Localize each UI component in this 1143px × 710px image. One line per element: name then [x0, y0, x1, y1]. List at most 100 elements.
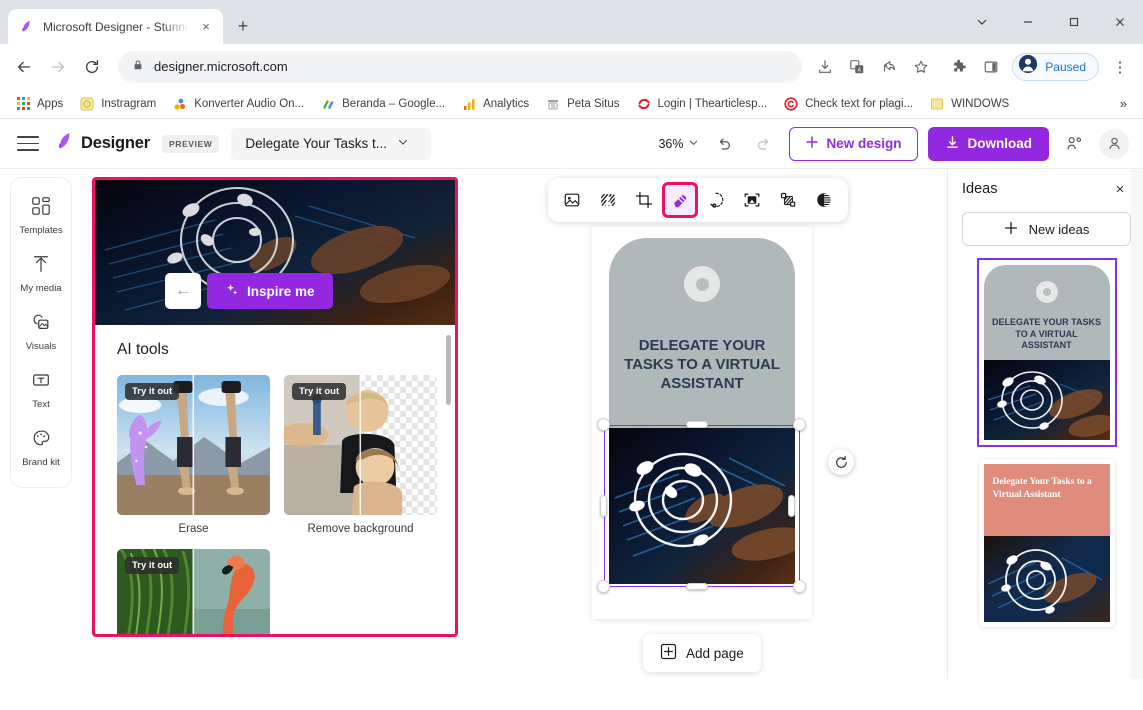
resize-handle-top-left[interactable]	[597, 418, 610, 431]
new-design-button[interactable]: New design	[789, 126, 918, 161]
new-ideas-button[interactable]: New ideas	[962, 212, 1131, 246]
sidebar-item-templates[interactable]: Templates	[11, 188, 71, 245]
bookmark-peta-situs[interactable]: Peta Situs	[538, 93, 626, 115]
sidebar-item-my-media[interactable]: My media	[11, 246, 71, 303]
google-icon	[320, 96, 336, 112]
ai-tools-title: AI tools	[117, 341, 169, 358]
forward-button[interactable]	[42, 51, 74, 83]
sidebar-item-visuals[interactable]: Visuals	[11, 304, 71, 361]
bookmark-label: Instragram	[101, 97, 157, 110]
bookmark-label: Apps	[37, 97, 64, 110]
install-icon[interactable]	[810, 52, 840, 82]
ai-tool-card-remove-background[interactable]: Try it out Remove background	[284, 375, 437, 535]
side-panel-icon[interactable]	[976, 52, 1006, 82]
resize-handle-right[interactable]	[788, 495, 795, 517]
plus-box-icon	[660, 643, 677, 663]
ai-tool-card-erase[interactable]: Try it out Erase	[117, 375, 270, 535]
idea-card-salmon[interactable]: Delegate Your Tasks to a Virtual Assista…	[978, 459, 1115, 627]
designer-logo-icon	[17, 18, 35, 36]
brand-name: Designer	[81, 134, 151, 152]
extensions-icon[interactable]	[944, 52, 974, 82]
bookmark-instragram[interactable]: Instragram	[72, 93, 163, 115]
sidebar-item-label: Templates	[19, 225, 63, 236]
close-window-icon[interactable]	[1097, 0, 1143, 44]
browser-tab[interactable]: Microsoft Designer - Stunning d ×	[8, 9, 223, 44]
plus-icon	[1004, 221, 1018, 238]
replace-image-icon[interactable]	[557, 185, 587, 215]
tab-close-icon[interactable]: ×	[198, 19, 214, 35]
bookmark-windows[interactable]: WINDOWS	[922, 93, 1016, 115]
ai-panel-scrollbar[interactable]	[446, 335, 451, 405]
image-effects-icon[interactable]	[593, 185, 623, 215]
bookmark-label: Konverter Audio On...	[194, 97, 305, 110]
ideas-panel: Ideas × New ideas DELEGATE YOUR TASKS TO…	[947, 169, 1143, 679]
generative-erase-icon[interactable]	[701, 185, 731, 215]
remove-background-icon[interactable]	[737, 185, 767, 215]
profile-paused-badge[interactable]: Paused	[1012, 52, 1099, 81]
inspire-me-button[interactable]: Inspire me	[207, 273, 333, 309]
visuals-icon	[31, 312, 51, 337]
ai-tool-card-flamingo[interactable]: Try it out	[117, 549, 270, 634]
bookmark-login-thearticlesp[interactable]: Login | Thearticlesp...	[629, 93, 775, 115]
idea-card-selected[interactable]: DELEGATE YOUR TASKS TO A VIRTUAL ASSISTA…	[976, 258, 1117, 447]
tab-search-chevron-icon[interactable]	[959, 0, 1005, 44]
bookmark-beranda-google[interactable]: Beranda – Google...	[313, 93, 452, 115]
design-page[interactable]: DELEGATE YOUR TASKS TO A VIRTUAL ASSISTA…	[592, 227, 812, 619]
crop-icon[interactable]	[629, 185, 659, 215]
blend-icon[interactable]	[773, 185, 803, 215]
bookmark-konverter-audio[interactable]: Konverter Audio On...	[165, 93, 311, 115]
translate-icon[interactable]: A	[842, 52, 872, 82]
minimize-icon[interactable]	[1005, 0, 1051, 44]
erase-magic-icon[interactable]	[662, 182, 698, 218]
undo-button[interactable]	[709, 129, 739, 159]
app-root: Microsoft Designer - Stunning d × +	[0, 0, 1143, 710]
resize-handle-top[interactable]	[686, 421, 708, 428]
hero-back-button[interactable]: ←	[165, 273, 201, 309]
tag-hole	[1035, 281, 1058, 303]
page-scrollbar-track[interactable]	[1131, 169, 1143, 679]
resize-handle-bottom-right[interactable]	[793, 580, 806, 593]
reload-button[interactable]	[76, 51, 108, 83]
close-icon[interactable]: ×	[1109, 178, 1131, 200]
designer-brand[interactable]: Designer	[54, 131, 150, 156]
sidebar-item-brand-kit[interactable]: Brand kit	[11, 420, 71, 477]
new-tab-button[interactable]: +	[229, 12, 257, 40]
apps-grid-icon	[15, 96, 31, 112]
new-ideas-label: New ideas	[1028, 221, 1090, 237]
add-page-button[interactable]: Add page	[643, 634, 761, 672]
bookmark-check-plagiarism[interactable]: Check text for plagi...	[776, 93, 920, 115]
svg-text:A: A	[858, 67, 862, 73]
bookmark-apps[interactable]: Apps	[8, 93, 70, 115]
bookmarks-overflow-button[interactable]: »	[1112, 94, 1135, 113]
sidebar-item-label: Visuals	[25, 341, 57, 352]
ai-tools-body: AI tools Try it out Erase Try it out Rem…	[95, 325, 455, 634]
sidebar-item-text[interactable]: Text	[11, 362, 71, 419]
sidebar-item-label: Brand kit	[22, 457, 60, 468]
canvas-area: DELEGATE YOUR TASKS TO A VIRTUAL ASSISTA…	[462, 169, 947, 679]
resize-handle-bottom-left[interactable]	[597, 580, 610, 593]
tag-hole	[684, 266, 720, 302]
download-button[interactable]: Download	[927, 126, 1049, 161]
rotate-handle[interactable]	[828, 449, 854, 475]
bookmark-label: Analytics	[483, 97, 530, 110]
resize-handle-bottom[interactable]	[686, 583, 708, 590]
ai-hero-banner: ← Inspire me	[95, 180, 455, 325]
maximize-icon[interactable]	[1051, 0, 1097, 44]
collaborate-icon[interactable]	[1059, 129, 1089, 159]
resize-handle-left[interactable]	[600, 495, 607, 517]
resize-handle-top-right[interactable]	[793, 418, 806, 431]
adjust-contrast-icon[interactable]	[809, 185, 839, 215]
share-icon[interactable]	[874, 52, 904, 82]
bookmark-star-icon[interactable]	[906, 52, 936, 82]
ai-tools-grid: Try it out Erase Try it out Remove backg…	[117, 375, 437, 634]
redo-button[interactable]	[749, 129, 779, 159]
menu-hamburger-icon[interactable]	[14, 130, 42, 158]
document-title-dropdown[interactable]: Delegate Your Tasks t...	[231, 127, 432, 160]
address-bar[interactable]: designer.microsoft.com	[118, 50, 803, 83]
browser-menu-icon[interactable]: ⋮	[1105, 52, 1135, 82]
zoom-control[interactable]: 36%	[658, 137, 699, 151]
left-rail: Templates My media Visuals Text Brand ki…	[0, 169, 72, 679]
back-button[interactable]	[8, 51, 40, 83]
account-button[interactable]	[1099, 128, 1129, 159]
bookmark-analytics[interactable]: Analytics	[454, 93, 536, 115]
